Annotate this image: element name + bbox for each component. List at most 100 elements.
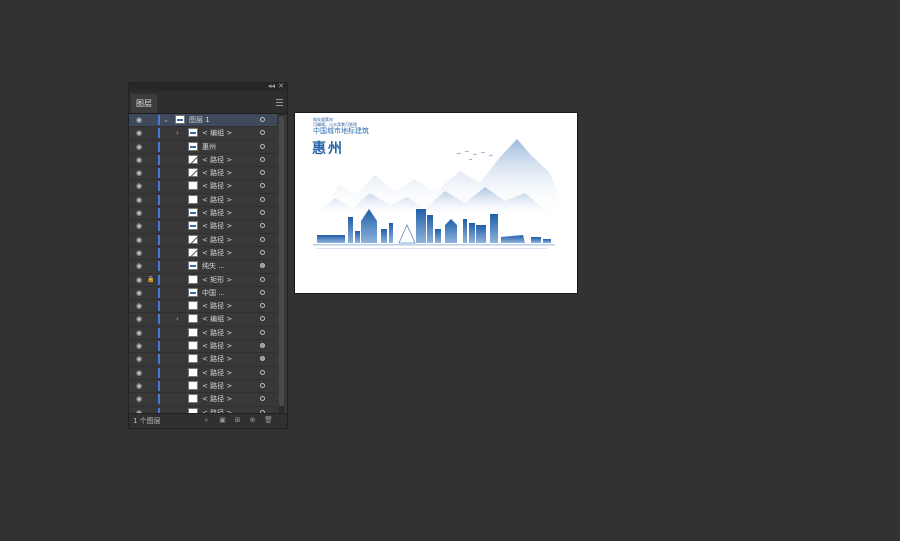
target-circle-icon[interactable] bbox=[260, 343, 265, 349]
layer-name[interactable]: < 路径 > bbox=[202, 154, 232, 166]
eye-icon[interactable]: ◉ bbox=[134, 154, 144, 166]
target-circle-icon[interactable] bbox=[260, 143, 265, 149]
layer-name[interactable]: < 路径 > bbox=[202, 380, 232, 392]
chevron-icon[interactable]: › bbox=[176, 313, 179, 325]
eye-icon[interactable]: ◉ bbox=[134, 234, 144, 246]
target-circle-icon[interactable] bbox=[260, 289, 265, 295]
layer-row[interactable]: ◉ < 路径 > bbox=[129, 154, 277, 168]
layer-row[interactable]: ◉ < 路径 > bbox=[129, 180, 277, 194]
layer-name[interactable]: < 路径 > bbox=[202, 247, 232, 259]
layer-name[interactable]: < 编组 > bbox=[202, 127, 232, 139]
eye-icon[interactable]: ◉ bbox=[134, 114, 144, 126]
layer-row[interactable]: ◉ 🔒 < 矩形 > bbox=[129, 274, 277, 287]
target-circle-icon[interactable] bbox=[260, 170, 265, 176]
target-circle-icon[interactable] bbox=[260, 117, 265, 122]
layer-name[interactable]: 惠州 bbox=[202, 141, 216, 153]
eye-icon[interactable]: ◉ bbox=[134, 274, 144, 286]
eye-icon[interactable]: ◉ bbox=[134, 287, 144, 299]
layer-name[interactable]: < 路径 > bbox=[202, 207, 232, 219]
eye-icon[interactable]: ◉ bbox=[134, 207, 144, 219]
chevron-icon[interactable]: › bbox=[176, 127, 179, 139]
layer-row[interactable]: ◉ < 路径 > bbox=[129, 367, 277, 380]
target-circle-icon[interactable] bbox=[260, 303, 265, 309]
layer-name[interactable]: < 编组 > bbox=[202, 313, 232, 325]
scrollbar-thumb[interactable] bbox=[279, 116, 284, 406]
layer-name[interactable]: < 路径 > bbox=[202, 180, 232, 192]
target-circle-icon[interactable] bbox=[260, 196, 265, 202]
target-circle-icon[interactable] bbox=[260, 276, 265, 282]
eye-icon[interactable]: ◉ bbox=[134, 141, 144, 153]
collapse-icon[interactable]: ◂◂ bbox=[268, 82, 275, 90]
target-circle-icon[interactable] bbox=[260, 329, 265, 335]
layer-name[interactable]: < 路径 > bbox=[202, 220, 232, 232]
layer-row[interactable]: ◉ < 路径 > bbox=[129, 167, 277, 181]
layer-row[interactable]: ◉ › < 编组 > bbox=[129, 313, 277, 327]
layer-row[interactable]: ◉ < 路径 > bbox=[129, 247, 277, 261]
layer-row[interactable]: ◉ < 路径 > bbox=[129, 207, 277, 221]
target-circle-icon[interactable] bbox=[260, 316, 265, 322]
layer-name[interactable]: 图层 1 bbox=[189, 114, 210, 126]
eye-icon[interactable]: ◉ bbox=[134, 380, 144, 392]
eye-icon[interactable]: ◉ bbox=[134, 367, 144, 379]
layer-name[interactable]: < 路径 > bbox=[202, 234, 232, 246]
eye-icon[interactable]: ◉ bbox=[134, 220, 144, 232]
eye-icon[interactable]: ◉ bbox=[134, 340, 144, 352]
layer-row[interactable]: ◉ < 路径 > bbox=[129, 220, 277, 234]
tab-layers[interactable]: 图层 bbox=[131, 94, 157, 113]
eye-icon[interactable]: ◉ bbox=[134, 127, 144, 139]
lock-icon[interactable]: 🔒 bbox=[147, 274, 155, 286]
layer-name[interactable]: 纯矢 ... bbox=[202, 260, 225, 272]
artboard[interactable]: 纯矢量素材 可编辑，山水背景可更改 中国城市地标建筑 惠州 bbox=[295, 113, 577, 293]
eye-icon[interactable]: ◉ bbox=[134, 327, 144, 339]
layer-row[interactable]: ◉ < 路径 > bbox=[129, 234, 277, 247]
chevron-icon[interactable]: ⌄ bbox=[163, 114, 169, 126]
layer-name[interactable]: < 路径 > bbox=[202, 353, 232, 365]
target-circle-icon[interactable] bbox=[260, 210, 265, 216]
new-sublayer-icon[interactable]: ⊞ bbox=[234, 417, 241, 424]
target-circle-icon[interactable] bbox=[260, 356, 265, 362]
layer-row[interactable]: ◉ › < 编组 > bbox=[129, 127, 277, 141]
target-circle-icon[interactable] bbox=[260, 263, 265, 269]
target-circle-icon[interactable] bbox=[260, 382, 265, 388]
layer-name[interactable]: < 路径 > bbox=[202, 194, 232, 206]
layer-row[interactable]: ◉ < 路径 > bbox=[129, 393, 277, 407]
panel-menu-icon[interactable] bbox=[276, 99, 283, 106]
scrollbar[interactable] bbox=[279, 114, 284, 416]
delete-layer-icon[interactable]: 🗑 bbox=[264, 417, 273, 424]
eye-icon[interactable]: ◉ bbox=[134, 167, 144, 179]
target-circle-icon[interactable] bbox=[260, 223, 265, 229]
target-circle-icon[interactable] bbox=[260, 236, 265, 242]
layer-name[interactable]: < 路径 > bbox=[202, 300, 232, 312]
eye-icon[interactable]: ◉ bbox=[134, 393, 144, 405]
clipping-mask-icon[interactable]: ▣ bbox=[219, 417, 226, 424]
close-icon[interactable]: ✕ bbox=[278, 82, 284, 90]
target-circle-icon[interactable] bbox=[260, 156, 265, 162]
layer-row[interactable]: ◉ 中国 ... bbox=[129, 287, 277, 301]
layer-name[interactable]: < 路径 > bbox=[202, 167, 232, 179]
eye-icon[interactable]: ◉ bbox=[134, 260, 144, 272]
layer-name[interactable]: < 路径 > bbox=[202, 327, 232, 339]
target-circle-icon[interactable] bbox=[260, 396, 265, 402]
layer-row[interactable]: ◉ < 路径 > bbox=[129, 327, 277, 341]
layer-name[interactable]: < 矩形 > bbox=[202, 274, 232, 286]
layer-name[interactable]: < 路径 > bbox=[202, 340, 232, 352]
layer-row[interactable]: ◉ ⌄ 图层 1 bbox=[129, 114, 277, 128]
layer-row[interactable]: ◉ 纯矢 ... bbox=[129, 260, 277, 274]
layer-row[interactable]: ◉ 惠州 bbox=[129, 141, 277, 154]
layer-row[interactable]: ◉ < 路径 > bbox=[129, 340, 277, 354]
layer-row[interactable]: ◉ < 路径 > bbox=[129, 194, 277, 208]
target-circle-icon[interactable] bbox=[260, 249, 265, 255]
eye-icon[interactable]: ◉ bbox=[134, 300, 144, 312]
eye-icon[interactable]: ◉ bbox=[134, 194, 144, 206]
new-layer-icon[interactable]: ⊕ bbox=[249, 417, 256, 424]
layer-name[interactable]: < 路径 > bbox=[202, 393, 232, 405]
panel-title-bar[interactable]: ◂◂ ✕ bbox=[129, 82, 287, 91]
locate-object-icon[interactable]: ⌕ bbox=[203, 417, 210, 424]
layer-row[interactable]: ◉ < 路径 > bbox=[129, 300, 277, 314]
layer-name[interactable]: 中国 ... bbox=[202, 287, 225, 299]
eye-icon[interactable]: ◉ bbox=[134, 180, 144, 192]
eye-icon[interactable]: ◉ bbox=[134, 247, 144, 259]
target-circle-icon[interactable] bbox=[260, 183, 265, 189]
layer-name[interactable]: < 路径 > bbox=[202, 367, 232, 379]
eye-icon[interactable]: ◉ bbox=[134, 353, 144, 365]
